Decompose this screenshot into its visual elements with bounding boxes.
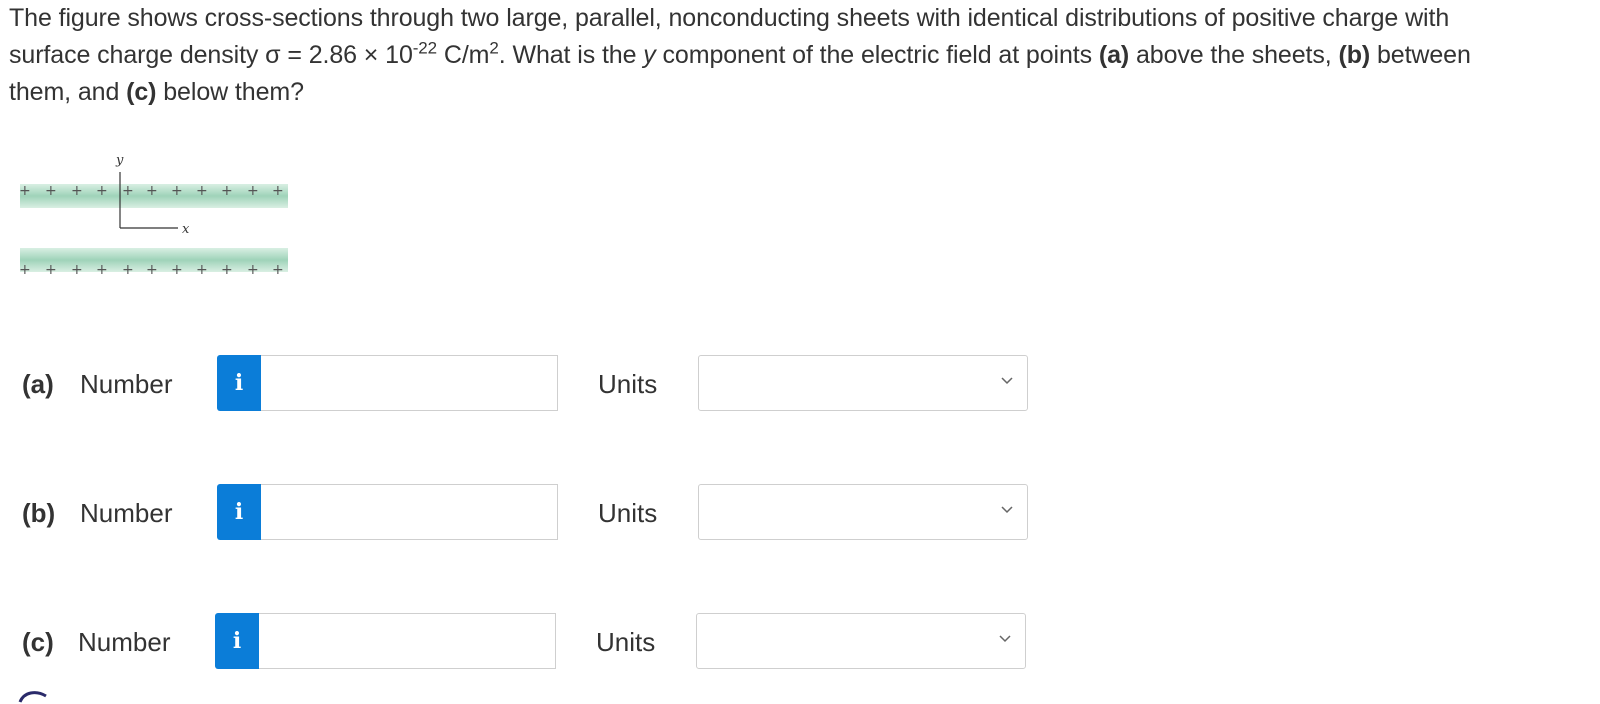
chevron-down-icon xyxy=(1001,506,1013,514)
part-label: (c) xyxy=(22,627,54,657)
plus-charge: + xyxy=(272,183,284,199)
info-icon[interactable]: i xyxy=(217,484,261,540)
plus-charge: + xyxy=(247,262,259,278)
part-label: (a) xyxy=(22,369,54,399)
chevron-down-icon xyxy=(999,635,1011,643)
plus-charge: + xyxy=(71,262,83,278)
y-axis-label: y xyxy=(115,153,124,168)
question-line-1: The figure shows cross-sections through … xyxy=(9,4,1450,32)
chevron-down-icon xyxy=(1001,377,1013,385)
plus-charge: + xyxy=(146,262,158,278)
x-axis-label: x xyxy=(182,222,190,237)
number-label: Number xyxy=(80,369,173,399)
plus-charge: + xyxy=(247,183,259,199)
plus-charge: + xyxy=(272,262,284,278)
charged-sheets-figure: + + + + + + + + + + + + + + + + + + + + + + y x xyxy=(19,153,288,278)
info-icon[interactable]: i xyxy=(217,355,261,411)
number-label: Number xyxy=(80,498,173,528)
units-label: Units xyxy=(598,498,658,528)
question-line-3: them, and (c) below them? xyxy=(9,78,304,106)
plus-charge: + xyxy=(171,183,183,199)
plus-charge: + xyxy=(45,183,57,199)
info-icon[interactable]: i xyxy=(215,613,259,669)
plus-charge: + xyxy=(171,262,183,278)
units-select-c[interactable] xyxy=(696,613,1026,669)
plus-charge: + xyxy=(45,262,57,278)
units-select-a[interactable] xyxy=(698,355,1028,411)
part-label: (b) xyxy=(22,498,56,528)
plus-charge: + xyxy=(71,183,83,199)
partial-scribble-icon xyxy=(18,691,47,703)
number-input-c[interactable] xyxy=(259,613,556,669)
plus-charge: + xyxy=(196,262,208,278)
units-select-b[interactable] xyxy=(698,484,1028,540)
plus-charge: + xyxy=(221,262,233,278)
answer-row-b: (b) Number i Units xyxy=(0,484,1100,542)
plus-charge: + xyxy=(196,183,208,199)
answer-row-a: (a) Number i Units xyxy=(0,355,1100,413)
plus-charge: + xyxy=(96,183,108,199)
plus-charge: + xyxy=(122,183,134,199)
question-text: The figure shows cross-sections through … xyxy=(9,0,1594,111)
number-input-b[interactable] xyxy=(261,484,558,540)
answer-row-c: (c) Number i Units xyxy=(0,613,1100,671)
plus-charge: + xyxy=(96,262,108,278)
plus-charge: + xyxy=(19,262,31,278)
plus-charge: + xyxy=(146,183,158,199)
plus-charge: + xyxy=(122,262,134,278)
number-input-a[interactable] xyxy=(261,355,558,411)
plus-charge: + xyxy=(221,183,233,199)
question-line-2: surface charge density σ = 2.86 × 10-22 … xyxy=(9,38,1471,69)
units-label: Units xyxy=(598,369,658,399)
number-label: Number xyxy=(78,627,171,657)
plus-charge: + xyxy=(19,183,31,199)
units-label: Units xyxy=(596,627,656,657)
